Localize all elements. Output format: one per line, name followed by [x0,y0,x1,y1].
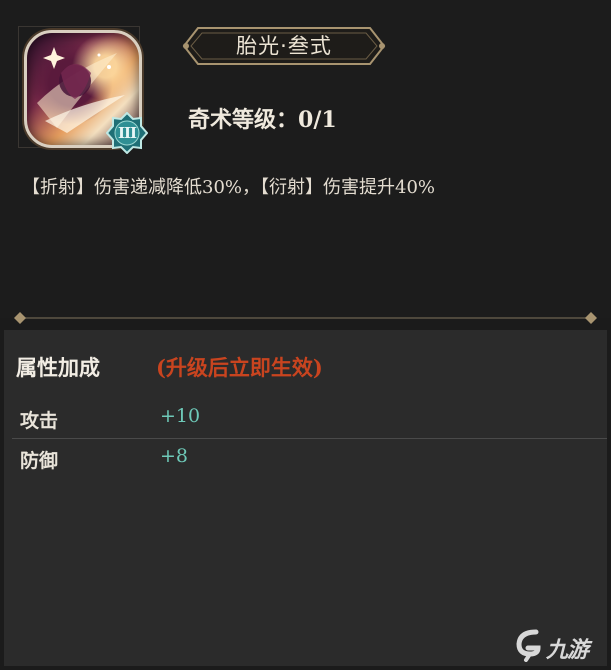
attribute-row-defense: 防御 +8 [12,442,607,478]
section-divider [14,312,597,324]
skill-title-plate: 胎光·叁式 [178,24,390,68]
skill-name: 胎光·叁式 [236,34,332,58]
tier-label: III [117,124,137,142]
skill-description: 【折射】伤害递减降低30%，【衍射】伤害提升40% [22,177,436,198]
attribute-label: 防御 [20,450,59,472]
watermark-logo: 九游 [514,628,608,664]
attribute-label: 攻击 [20,410,59,432]
skill-level-value: 0/1 [298,107,337,133]
watermark-text: 九游 [546,638,589,663]
watermark-logo-icon [516,629,541,662]
attribute-value: +8 [160,445,189,467]
skill-level: 奇术等级：0/1 [188,102,337,134]
attribute-note: (升级后立即生效) [156,355,323,380]
attribute-value: +10 [160,405,201,427]
attribute-title: 属性加成 [16,355,100,380]
skill-tooltip-panel: III 胎光·叁式 奇术等级：0/1 【折射】伤害递减降低30%，【衍射】伤害提… [0,0,611,670]
skill-info-section: III 胎光·叁式 奇术等级：0/1 【折射】伤害递减降低30%，【衍射】伤害提… [0,0,611,324]
skill-level-label: 奇术等级： [188,107,299,133]
tier-badge: III [105,111,149,155]
attribute-row-attack: 攻击 +10 [12,402,607,439]
attribute-section: 属性加成 (升级后立即生效) 攻击 +10 防御 +8 [4,330,607,666]
